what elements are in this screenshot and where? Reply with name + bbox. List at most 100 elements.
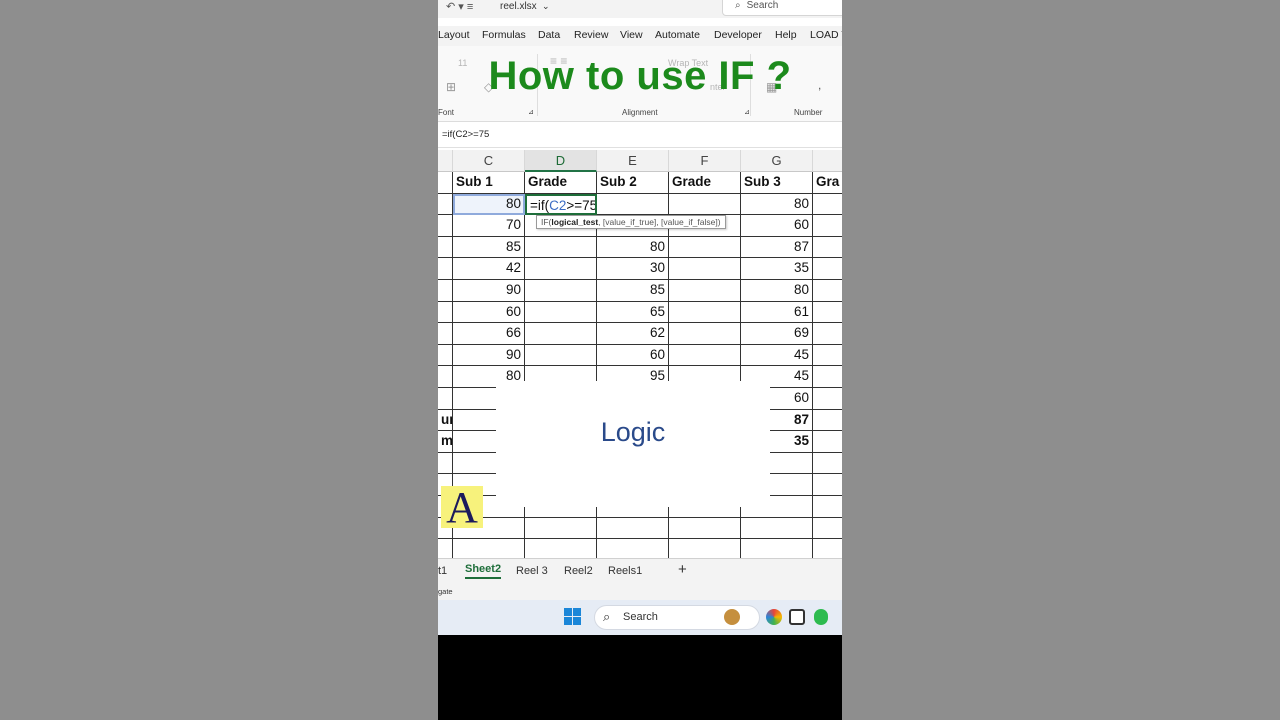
cell-grade[interactable] <box>813 345 842 367</box>
cell-sub2[interactable]: 80 <box>597 236 669 259</box>
editing-cell-d2[interactable]: =if(C2>=75 <box>525 193 597 216</box>
row-label-cell[interactable] <box>438 280 453 302</box>
cell-grade[interactable] <box>669 323 741 345</box>
column-header-c[interactable]: C <box>453 150 525 172</box>
cell-grade[interactable] <box>813 280 842 302</box>
chevron-down-icon[interactable]: ⌄ <box>542 1 550 12</box>
column-header-g[interactable]: G <box>741 150 813 172</box>
cell-grade[interactable] <box>813 323 842 345</box>
column-header-f[interactable]: F <box>669 150 741 172</box>
cell-grade[interactable] <box>813 431 842 453</box>
windows-start-icon[interactable] <box>564 608 581 625</box>
cell-sub2[interactable]: 60 <box>597 344 669 367</box>
empty-cell[interactable] <box>525 517 597 540</box>
tab-page-layout[interactable]: Layout <box>438 29 470 41</box>
cell-grade[interactable] <box>525 236 597 259</box>
tab-automate[interactable]: Automate <box>655 29 700 41</box>
cell-sub3[interactable]: 35 <box>741 258 813 280</box>
copilot-icon[interactable] <box>766 609 782 625</box>
cell-sub3[interactable]: 87 <box>741 236 813 259</box>
cell-sub3[interactable]: 80 <box>741 193 813 216</box>
cell-grade[interactable] <box>669 193 741 216</box>
cell-grade[interactable] <box>813 237 842 259</box>
tab-reel-3[interactable]: Reel 3 <box>516 565 548 577</box>
cell-sub2[interactable]: 65 <box>597 301 669 324</box>
cell-grade[interactable] <box>669 301 741 324</box>
cell-sub1[interactable]: 85 <box>453 236 525 259</box>
column-header-h[interactable] <box>813 150 842 172</box>
undo-icon[interactable]: ↶ ▾ ≡ <box>446 0 473 13</box>
empty-cell[interactable] <box>438 452 453 475</box>
row-label-cell[interactable] <box>438 258 453 280</box>
cell-sub2[interactable]: 62 <box>597 323 669 345</box>
row-label-cell[interactable] <box>438 388 453 410</box>
cell-grade[interactable] <box>813 194 842 216</box>
cell-grade[interactable] <box>525 258 597 280</box>
row-label-cell[interactable] <box>438 366 453 388</box>
cell-sub3[interactable]: 69 <box>741 323 813 345</box>
row-label-cell[interactable]: m <box>438 431 453 453</box>
row-label-cell[interactable] <box>438 323 453 345</box>
header-cell[interactable]: Grade <box>525 172 597 194</box>
cell-sub2[interactable]: 85 <box>597 280 669 302</box>
empty-cell[interactable] <box>813 474 842 496</box>
whatsapp-icon[interactable] <box>814 609 828 625</box>
add-sheet-button[interactable]: + <box>678 561 687 578</box>
task-view-icon[interactable] <box>789 609 805 625</box>
row-label-cell[interactable] <box>438 193 453 216</box>
cell-sub1[interactable]: 42 <box>453 258 525 280</box>
cell-sub2[interactable] <box>597 193 669 216</box>
tab-help[interactable]: Help <box>775 29 797 41</box>
cell-grade[interactable] <box>813 366 842 388</box>
cell-sub1[interactable]: 60 <box>453 301 525 324</box>
header-cell[interactable]: Sub 2 <box>597 172 669 194</box>
tab-developer[interactable]: Developer <box>714 29 762 41</box>
cell-grade[interactable] <box>813 215 842 237</box>
cell-grade[interactable] <box>525 280 597 302</box>
empty-cell[interactable] <box>597 517 669 540</box>
cell-sub1[interactable]: 90 <box>453 344 525 367</box>
cell-grade[interactable] <box>813 258 842 280</box>
row-stub-cell[interactable] <box>438 172 453 194</box>
empty-cell[interactable] <box>741 517 813 540</box>
title-search-box[interactable]: ⌕ Search <box>722 0 842 16</box>
tab-reels1[interactable]: Reels1 <box>608 565 642 577</box>
tab-sheet1[interactable]: t1 <box>438 565 447 577</box>
cell-grade[interactable] <box>525 323 597 345</box>
header-cell[interactable]: Sub 1 <box>453 172 525 194</box>
cell-grade[interactable] <box>669 236 741 259</box>
tab-review[interactable]: Review <box>574 29 608 41</box>
header-cell[interactable]: Grade <box>669 172 741 194</box>
cell-sub1[interactable]: 70 <box>453 215 525 237</box>
cell-grade[interactable] <box>525 344 597 367</box>
cell-grade[interactable] <box>813 388 842 410</box>
tab-formulas[interactable]: Formulas <box>482 29 526 41</box>
cell-grade[interactable] <box>813 302 842 324</box>
cell-sub1[interactable]: 90 <box>453 280 525 302</box>
cell-sub3[interactable]: 45 <box>741 344 813 367</box>
active-cell-c2[interactable]: 80 <box>453 193 525 216</box>
row-label-cell[interactable] <box>438 344 453 367</box>
empty-cell[interactable] <box>813 496 842 518</box>
row-label-cell[interactable]: um <box>438 409 453 432</box>
header-cell[interactable]: Sub 3 <box>741 172 813 194</box>
tab-view[interactable]: View <box>620 29 643 41</box>
empty-cell[interactable] <box>813 453 842 475</box>
tab-data[interactable]: Data <box>538 29 560 41</box>
widgets-icon[interactable] <box>724 609 740 625</box>
row-label-cell[interactable] <box>438 301 453 324</box>
dialog-launcher-icon[interactable]: ⊿ <box>744 108 750 116</box>
cell-grade[interactable] <box>813 410 842 432</box>
cell-grade[interactable] <box>669 258 741 280</box>
tab-load-test[interactable]: LOAD T <box>810 29 842 41</box>
cell-sub3[interactable]: 60 <box>741 215 813 237</box>
dialog-launcher-icon[interactable]: ⊿ <box>528 108 534 116</box>
formula-bar[interactable]: =if(C2>=75 <box>438 124 842 148</box>
cell-sub3[interactable]: 80 <box>741 280 813 302</box>
header-cell[interactable]: Gra <box>813 172 842 194</box>
cell-sub2[interactable]: 30 <box>597 258 669 280</box>
tab-sheet2[interactable]: Sheet2 <box>465 563 502 579</box>
cell-sub1[interactable]: 66 <box>453 323 525 345</box>
cell-grade[interactable] <box>669 280 741 302</box>
empty-cell[interactable] <box>813 518 842 540</box>
